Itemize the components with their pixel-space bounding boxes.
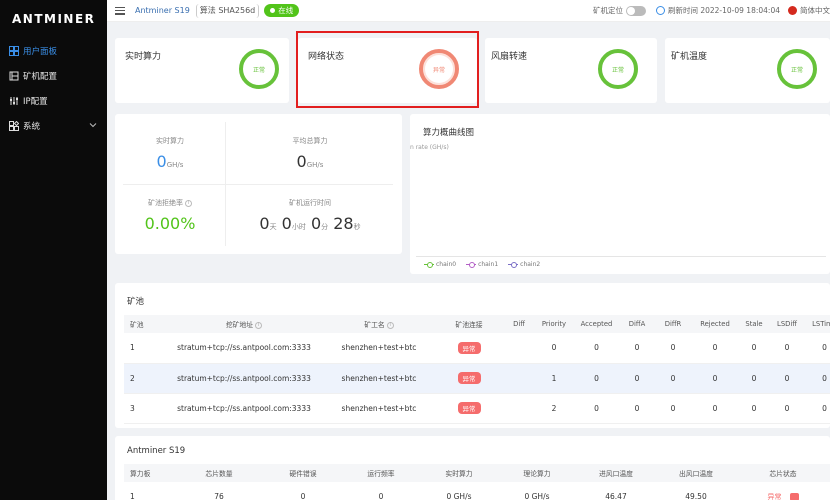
table-row[interactable]: 3 stratum+tcp://ss.antpool.com:3333 shen… bbox=[124, 393, 830, 424]
sidebar-item-ip-config[interactable]: IP配置 bbox=[0, 88, 107, 113]
section-title: 矿池 bbox=[127, 297, 145, 307]
card-title: 实时算力 bbox=[125, 52, 162, 62]
device-panel: Antminer S19 算力板 芯片数量 硬件错误 运行频率 实时算力 理论算… bbox=[115, 436, 830, 500]
chevron-down-icon[interactable] bbox=[89, 121, 97, 130]
language-selector[interactable]: 简体中文 bbox=[800, 5, 830, 16]
info-icon[interactable]: i bbox=[255, 321, 263, 329]
status-ring: 正常 bbox=[239, 49, 279, 89]
table-header-row: 算力板 芯片数量 硬件错误 运行频率 实时算力 理论算力 进风口温度 出风口温度… bbox=[124, 464, 830, 482]
table-row[interactable]: 2 stratum+tcp://ss.antpool.com:3333 shen… bbox=[124, 363, 830, 394]
status-card-fan: 风扇转速 正常 bbox=[485, 38, 657, 103]
sidebar: ANTMINER 用户面板 矿机配置 IP配置 系统 bbox=[0, 0, 107, 500]
stat-realtime-hashrate: 实时算力 0GH/s bbox=[156, 137, 184, 171]
status-card-hashrate: 实时算力 正常 bbox=[115, 38, 289, 103]
device-table: 算力板 芯片数量 硬件错误 运行频率 实时算力 理论算力 进风口温度 出风口温度… bbox=[124, 464, 830, 500]
model-name: Antminer S19 bbox=[135, 6, 190, 15]
card-title: 矿机温度 bbox=[671, 52, 708, 62]
stat-uptime: 矿机运行时间 0天 0小时 0分 28秒 bbox=[259, 199, 361, 233]
table-row[interactable]: 1 stratum+tcp://ss.antpool.com:3333 shen… bbox=[124, 333, 830, 364]
china-flag-icon bbox=[788, 6, 797, 15]
status-ring: 正常 bbox=[598, 49, 638, 89]
antminer-logo: ANTMINER bbox=[12, 12, 96, 26]
chart-legend: chain0 chain1 chain2 bbox=[424, 261, 540, 268]
locate-label: 矿机定位 bbox=[592, 6, 623, 15]
chip-status-indicator bbox=[789, 492, 799, 500]
sidebar-item-label: 系统 bbox=[23, 121, 41, 132]
pool-status-badge: 异常 bbox=[457, 402, 481, 414]
info-icon[interactable]: i bbox=[185, 199, 192, 207]
system-icon bbox=[9, 120, 19, 131]
pool-table: 矿池 挖矿地址 i 矿工名 i 矿池连接 Diff Priority Accepte… bbox=[124, 315, 830, 424]
sidebar-item-label: 矿机配置 bbox=[23, 71, 58, 82]
section-title: Antminer S19 bbox=[127, 446, 186, 456]
info-icon[interactable]: i bbox=[386, 321, 394, 329]
online-status-badge: 在线 bbox=[264, 4, 300, 17]
menu-toggle-icon[interactable] bbox=[115, 6, 125, 15]
sidebar-item-miner-config[interactable]: 矿机配置 bbox=[0, 63, 107, 88]
sidebar-item-system[interactable]: 系统 bbox=[0, 113, 107, 138]
hashrate-chart: 算力概曲线图 n rate (GH/s) chain0 chain1 chain… bbox=[410, 114, 830, 274]
table-header-row: 矿池 挖矿地址 i 矿工名 i 矿池连接 Diff Priority Accepte… bbox=[124, 315, 830, 333]
status-card-temperature: 矿机温度 正常 bbox=[665, 38, 830, 103]
status-ring: 正常 bbox=[777, 49, 817, 89]
sliders-icon bbox=[9, 96, 19, 106]
pool-status-badge: 异常 bbox=[457, 372, 481, 384]
legend-chain1[interactable]: chain1 bbox=[466, 261, 498, 268]
stats-panel: 实时算力 0GH/s 平均总算力 0GH/s 矿池拒绝率 i 0.00% 矿机运行… bbox=[115, 114, 402, 254]
algorithm-tag: 算法 SHA256d bbox=[195, 3, 260, 18]
stat-reject-rate: 矿池拒绝率 i 0.00% bbox=[144, 199, 196, 233]
chip-status-text: 异常 bbox=[767, 492, 782, 500]
stat-avg-hashrate: 平均总算力 0GH/s bbox=[292, 137, 328, 171]
card-title: 风扇转速 bbox=[491, 52, 528, 62]
sidebar-item-label: IP配置 bbox=[23, 96, 48, 107]
locate-toggle[interactable] bbox=[625, 5, 646, 16]
chart-y-axis-label: n rate (GH/s) bbox=[410, 144, 449, 151]
top-header: Antminer S19 算法 SHA256d 在线 矿机定位 刷新时间 202… bbox=[107, 0, 830, 22]
highlight-box bbox=[296, 31, 479, 108]
sidebar-item-dashboard[interactable]: 用户面板 bbox=[0, 38, 107, 63]
clock-icon bbox=[655, 6, 665, 15]
miner-config-icon bbox=[9, 71, 19, 81]
chart-title: 算力概曲线图 bbox=[423, 128, 475, 138]
grid-icon bbox=[9, 45, 19, 56]
refresh-time: 刷新时间 2022-10-09 18:04:04 bbox=[667, 6, 780, 15]
sidebar-item-label: 用户面板 bbox=[23, 46, 58, 57]
legend-chain0[interactable]: chain0 bbox=[424, 261, 456, 268]
legend-chain2[interactable]: chain2 bbox=[508, 261, 540, 268]
table-row[interactable]: 1 76 0 0 0 GH/s 0 GH/s 46.47 49.50 异常 bbox=[124, 482, 830, 500]
pool-panel: 矿池 矿池 挖矿地址 i 矿工名 i 矿池连接 Diff Priority Acce… bbox=[115, 283, 830, 428]
pool-status-badge: 异常 bbox=[457, 341, 481, 354]
